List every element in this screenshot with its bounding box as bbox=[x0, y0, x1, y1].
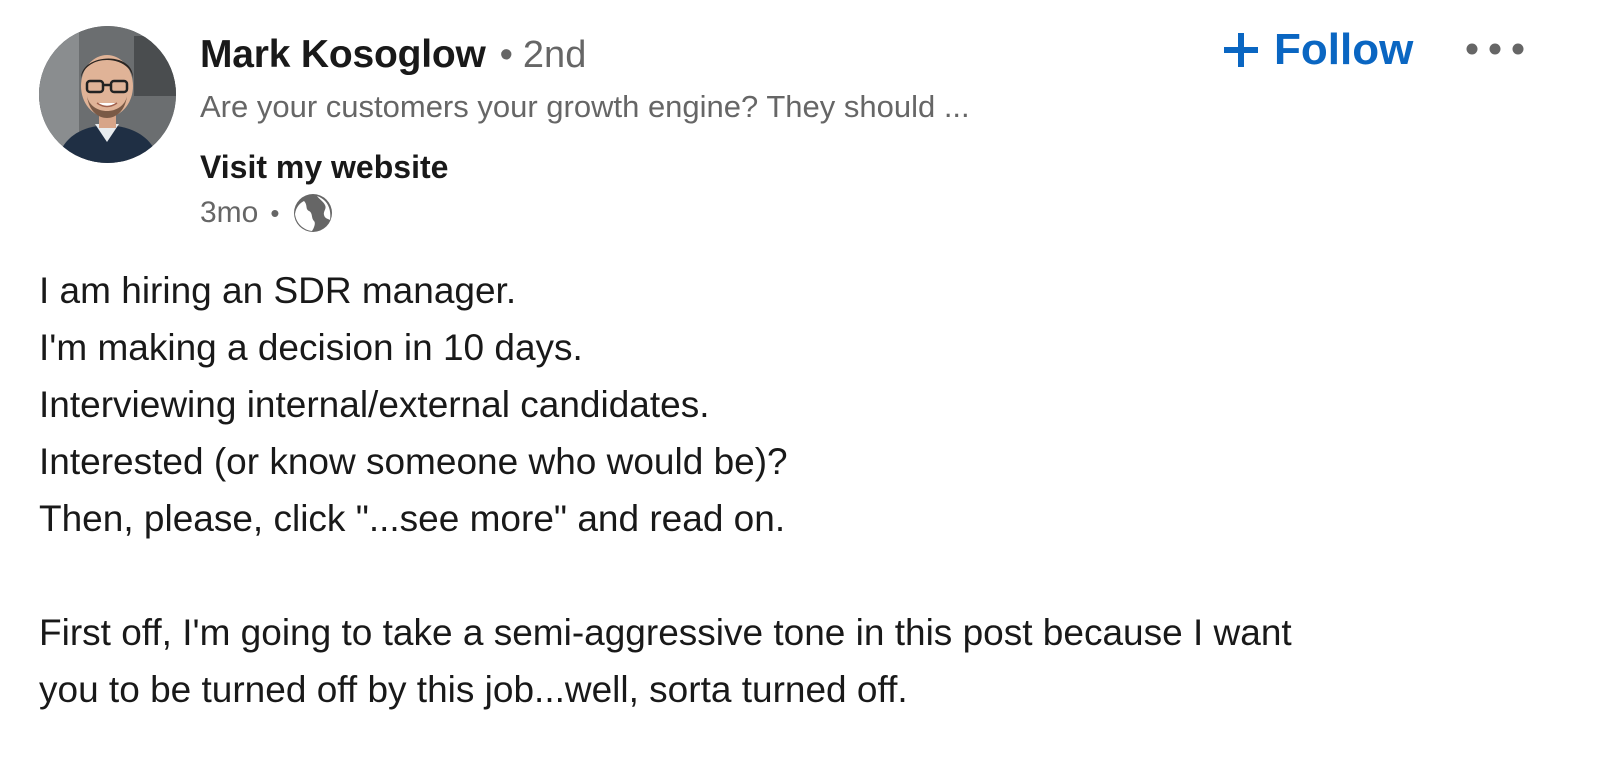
degree-separator: • bbox=[499, 33, 513, 76]
author-name[interactable]: Mark Kosoglow bbox=[200, 33, 486, 77]
post-line: Interviewing internal/external candidate… bbox=[39, 384, 710, 425]
author-info: Mark Kosoglow • 2nd Are your customers y… bbox=[200, 30, 1200, 235]
feed-post: Mark Kosoglow • 2nd Are your customers y… bbox=[0, 0, 1600, 784]
connection-degree: 2nd bbox=[522, 33, 587, 76]
follow-label: Follow bbox=[1274, 25, 1414, 74]
globe-icon bbox=[294, 194, 333, 232]
post-timestamp[interactable]: 3mo bbox=[200, 196, 258, 230]
more-options-button[interactable] bbox=[1462, 34, 1528, 64]
author-headline[interactable]: Are your customers your growth engine? T… bbox=[200, 88, 1200, 126]
post-line: First off, I'm going to take a semi-aggr… bbox=[39, 612, 1292, 653]
author-avatar[interactable] bbox=[39, 26, 176, 163]
author-name-line: Mark Kosoglow • 2nd bbox=[200, 30, 1200, 80]
post-line: Then, please, click "...see more" and re… bbox=[39, 498, 786, 539]
ellipsis-icon bbox=[1466, 43, 1524, 55]
paragraph-break bbox=[39, 547, 1539, 604]
post-line: Interested (or know someone who would be… bbox=[39, 441, 788, 482]
post-text: I am hiring an SDR manager. I'm making a… bbox=[39, 262, 1539, 718]
post-line: I'm making a decision in 10 days. bbox=[39, 327, 583, 368]
post-line: I am hiring an SDR manager. bbox=[39, 270, 517, 311]
follow-button[interactable]: Follow bbox=[1222, 24, 1413, 76]
post-line: you to be turned off by this job...well,… bbox=[39, 669, 908, 710]
post-meta: 3mo • bbox=[200, 191, 1200, 235]
visit-website-link[interactable]: Visit my website bbox=[200, 147, 448, 187]
meta-separator: • bbox=[270, 197, 280, 228]
plus-icon bbox=[1224, 33, 1258, 67]
avatar-image bbox=[39, 26, 176, 163]
